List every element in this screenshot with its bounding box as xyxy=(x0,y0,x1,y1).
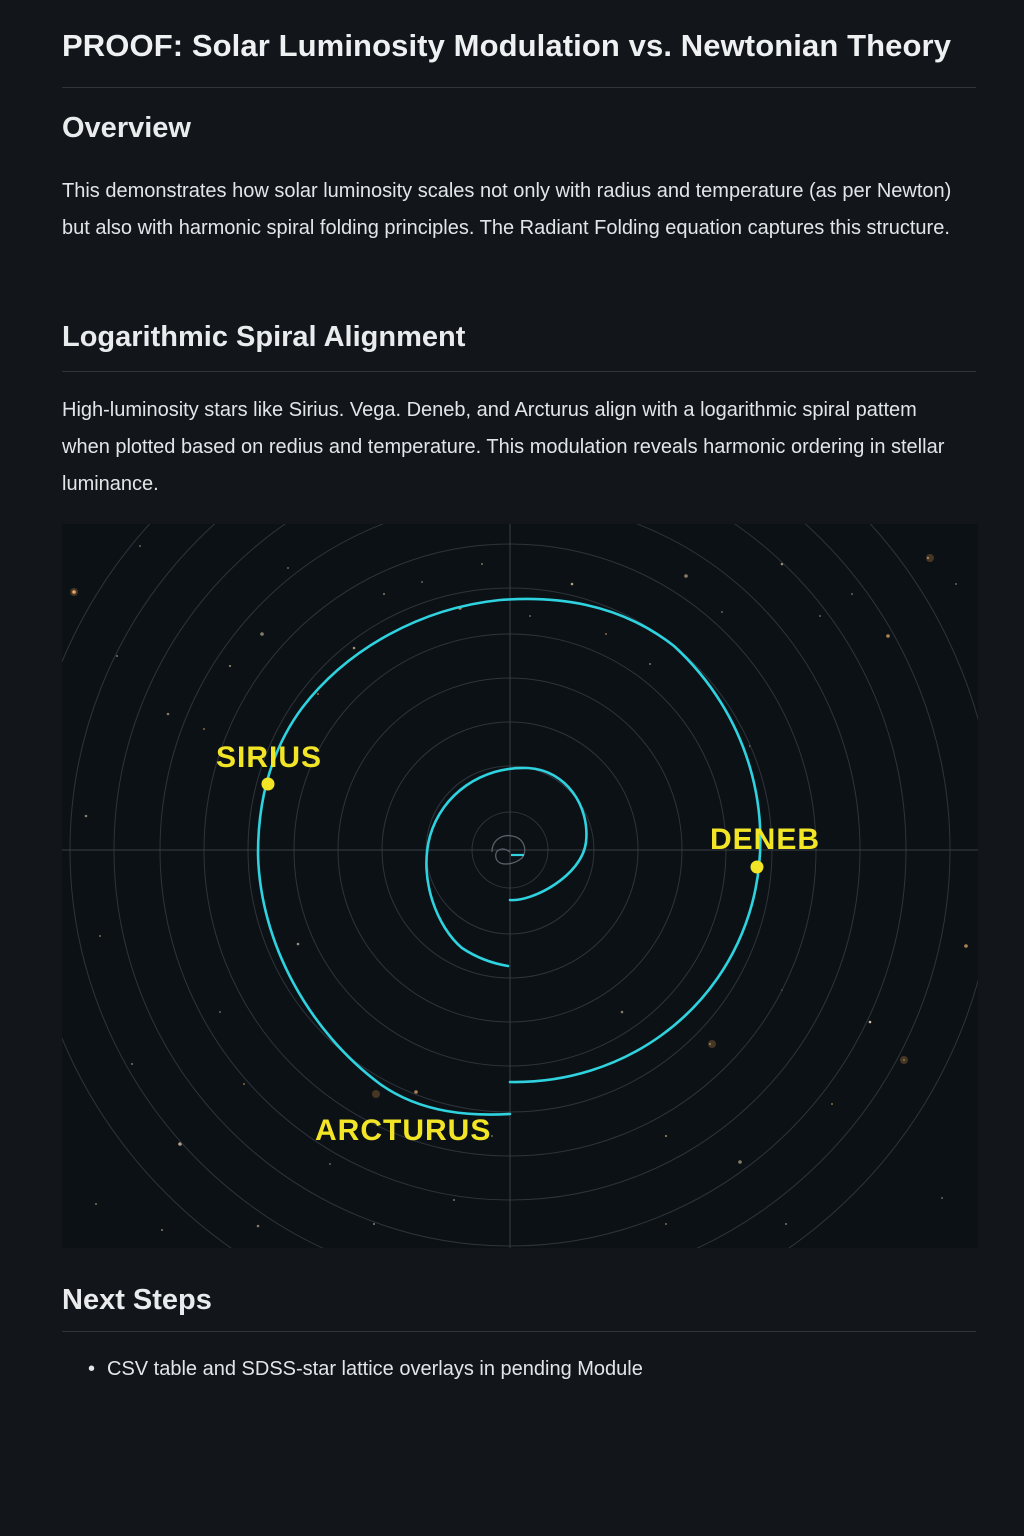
star-dot xyxy=(851,593,853,595)
star-dot xyxy=(203,728,205,730)
star-glow xyxy=(926,554,934,562)
star-dot xyxy=(955,583,957,585)
bullet-icon: • xyxy=(88,1358,96,1380)
list-item: • CSV table and SDSS-star lattice overla… xyxy=(62,1354,643,1384)
concentric-rings xyxy=(62,524,978,1248)
spiral-curve xyxy=(256,597,762,1116)
star-dot xyxy=(570,582,574,586)
star-dot xyxy=(287,567,289,569)
star-dot xyxy=(352,646,356,650)
star-glow xyxy=(900,1056,908,1064)
star-dot xyxy=(665,1135,667,1137)
deneb-marker xyxy=(750,860,764,874)
sirius-label: SIRIUS xyxy=(216,741,322,774)
star-dot xyxy=(964,944,968,948)
star-glow xyxy=(708,1040,716,1048)
star-dot xyxy=(620,1010,624,1014)
star-dot xyxy=(243,1083,245,1085)
sirius-marker xyxy=(261,777,275,791)
star-dot xyxy=(219,1011,221,1013)
star-dot xyxy=(161,1229,163,1231)
star-dot xyxy=(131,1063,133,1065)
divider xyxy=(62,371,976,372)
star-dot xyxy=(649,663,651,665)
star-dot xyxy=(373,1223,375,1225)
star-dot xyxy=(139,545,141,547)
divider xyxy=(62,1331,976,1332)
star-dot xyxy=(95,1203,97,1205)
star-dot xyxy=(605,633,607,635)
star-dot xyxy=(166,712,170,716)
star-dot xyxy=(684,574,688,578)
star-dot xyxy=(414,1090,418,1094)
star-dot xyxy=(819,615,821,617)
overview-heading: Overview xyxy=(62,112,191,144)
star-dot xyxy=(383,593,385,595)
star-dot xyxy=(665,1223,667,1225)
star-dot xyxy=(941,1197,943,1199)
star-dot xyxy=(99,935,101,937)
star-dot xyxy=(116,655,118,657)
star-glow xyxy=(372,1090,380,1098)
star-dot xyxy=(481,563,483,565)
spiral-figure: SIRIUS DENEB ARCTURUS xyxy=(62,524,978,1248)
spiral-section-heading: Logarithmic Spiral Alignment xyxy=(62,321,466,353)
star-dot xyxy=(229,665,231,667)
star-dot xyxy=(260,632,264,636)
star-dot xyxy=(84,814,88,818)
star-dot xyxy=(317,693,319,695)
star-dot xyxy=(868,1020,872,1024)
star-dot xyxy=(529,615,531,617)
star-dot xyxy=(453,1199,455,1201)
deneb-label: DENEB xyxy=(710,823,820,856)
star-dot xyxy=(329,1163,331,1165)
arcturus-label: ARCTURUS xyxy=(315,1114,491,1147)
star-dot xyxy=(721,611,723,613)
star-dot xyxy=(491,1135,493,1137)
divider xyxy=(62,87,976,88)
next-steps-list: • CSV table and SDSS-star lattice overla… xyxy=(62,1354,643,1384)
star-glow xyxy=(70,588,78,596)
star-dot xyxy=(831,1103,833,1105)
star-dot xyxy=(785,1223,787,1225)
next-steps-heading: Next Steps xyxy=(62,1284,212,1316)
star-dot xyxy=(738,1160,742,1164)
spiral-diagram: SIRIUS DENEB ARCTURUS xyxy=(62,524,978,1248)
spiral-section-text: High-luminosity stars like Sirius. Vega.… xyxy=(62,399,945,495)
page-title: PROOF: Solar Luminosity Modulation vs. N… xyxy=(62,28,952,63)
star-dot xyxy=(421,581,423,583)
list-item-text: CSV table and SDSS-star lattice overlays… xyxy=(107,1358,643,1380)
overview-text: This demonstrates how solar luminosity s… xyxy=(62,180,952,239)
star-dot xyxy=(256,1224,260,1228)
star-dot xyxy=(886,634,890,638)
starfield xyxy=(70,545,968,1231)
star-dot xyxy=(296,942,300,946)
